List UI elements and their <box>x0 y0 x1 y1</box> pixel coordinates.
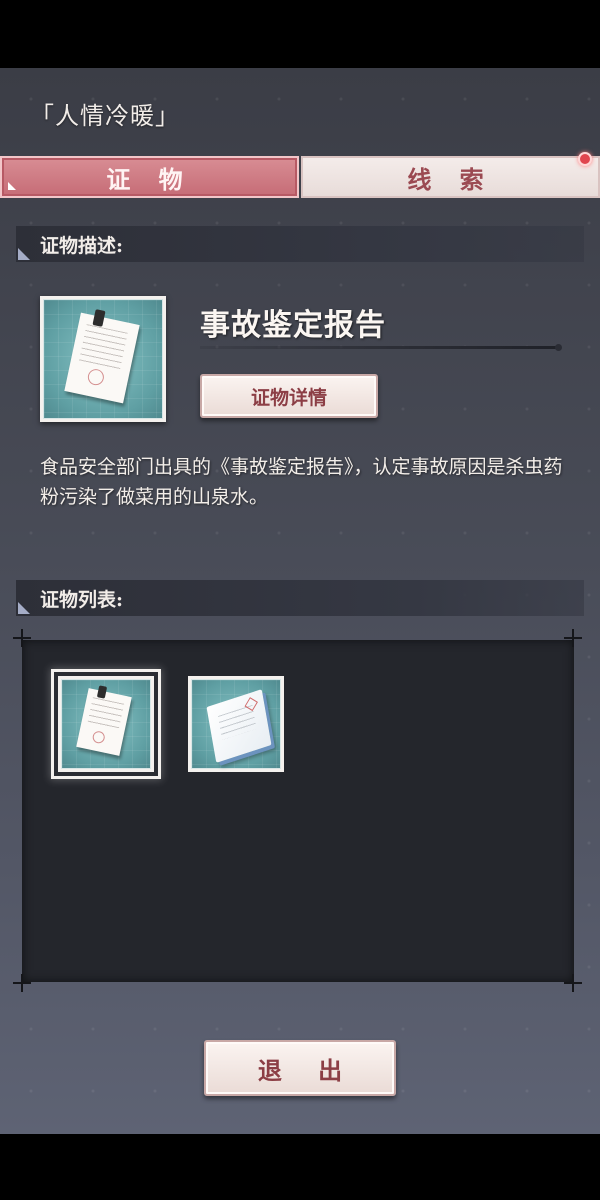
tab-clues[interactable]: 线 索 <box>301 152 600 198</box>
evidence-list-item-notebook[interactable] <box>188 676 284 772</box>
report-document-icon <box>43 299 163 419</box>
evidence-detail-button[interactable]: 证物详情 <box>200 374 378 418</box>
notebook-icon <box>191 679 281 769</box>
header-triangle-icon <box>18 602 30 614</box>
corner-mark-bottom-left <box>13 974 31 992</box>
corner-mark-bottom-right <box>564 974 582 992</box>
evidence-list-item-report[interactable] <box>58 676 154 772</box>
tab-bar: 证 物 线 索 <box>0 152 600 198</box>
tab-clues-label: 线 索 <box>407 164 494 194</box>
tab-evidence[interactable]: 证 物 <box>0 156 299 198</box>
evidence-list-header-label: 证物列表: <box>40 588 124 611</box>
evidence-description-text: 食品安全部门出具的《事故鉴定报告》，认定事故原因是杀虫药粉污染了做菜用的山泉水。 <box>40 456 563 508</box>
tab-corner-decoration <box>8 182 16 190</box>
evidence-list-header: 证物列表: <box>16 580 584 616</box>
corner-mark-top-right <box>564 629 582 647</box>
selected-evidence-image <box>40 296 166 422</box>
evidence-description-header-label: 证物描述: <box>40 234 124 257</box>
case-title: 「人情冷暖」 <box>30 102 180 130</box>
exit-button[interactable]: 退 出 <box>204 1040 396 1096</box>
evidence-name: 事故鉴定报告 <box>200 308 386 343</box>
notification-dot-icon <box>578 152 592 166</box>
evidence-list-panel <box>22 640 574 982</box>
evidence-description-header: 证物描述: <box>16 226 584 262</box>
corner-mark-top-left <box>13 629 31 647</box>
evidence-screen: 「人情冷暖」 证 物 线 索 证物描述: 事故鉴定报告 证物详情 食品安全部门出… <box>0 68 600 1134</box>
tab-evidence-label: 证 物 <box>106 164 193 194</box>
header-triangle-icon <box>18 248 30 260</box>
report-document-icon <box>61 679 151 769</box>
name-divider <box>200 344 562 351</box>
